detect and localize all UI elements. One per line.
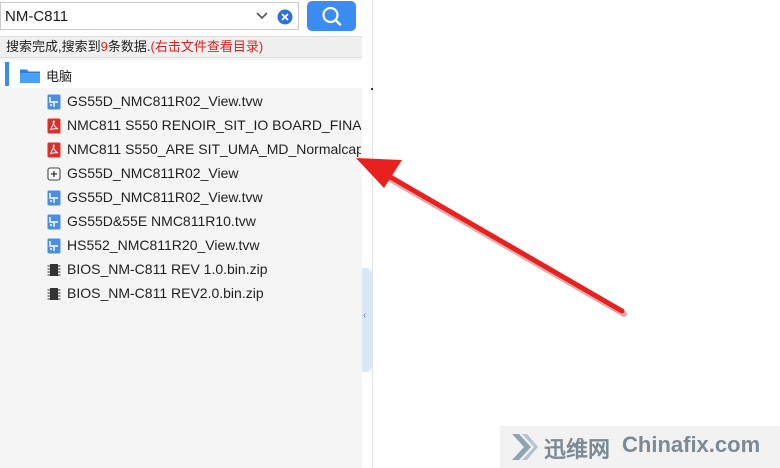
chinafix-logo-icon	[512, 434, 538, 460]
watermark: 迅维网 Chinafix.com	[500, 426, 780, 468]
watermark-en: Chinafix.com	[622, 432, 761, 457]
annotation-arrow	[356, 158, 627, 317]
watermark-cn: 迅维网	[544, 437, 611, 462]
